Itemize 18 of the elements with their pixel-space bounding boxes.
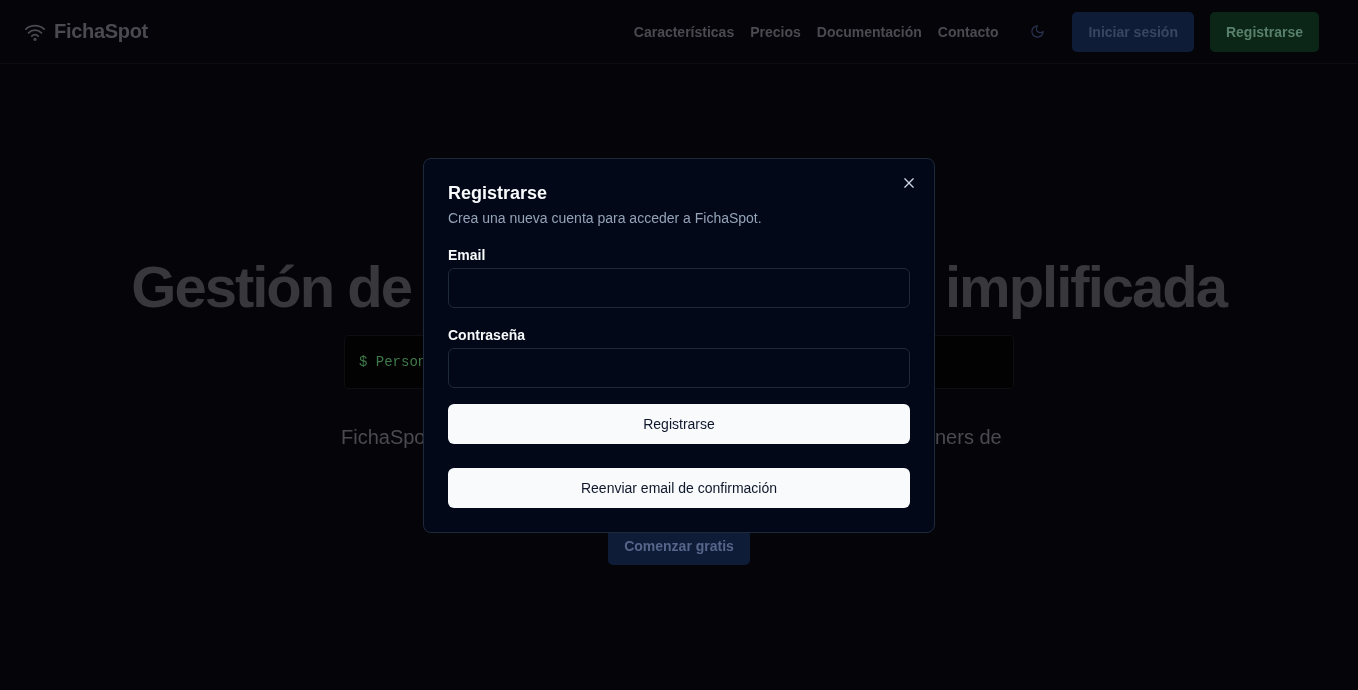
field-label: Contraseña [448,326,527,344]
hero-description: ners de [935,425,1003,450]
nav-link[interactable]: Documentación [816,23,922,40]
hero-description: FichaSpo [340,425,423,450]
nav-link[interactable]: Características [633,23,735,40]
nav-link[interactable]: Contacto [937,23,999,40]
dialog-description: Crea una nueva cuenta para acceder a FichaSpot. [448,209,763,227]
signup-button[interactable]: Registrarse [1209,11,1319,52]
close-icon[interactable] [904,178,914,188]
field-label: Email [448,246,487,264]
email-field[interactable] [448,268,910,308]
dialog-title: Registrarse [448,183,549,203]
moon-icon[interactable] [1030,24,1046,39]
logo-text[interactable]: FichaSpot [54,20,148,43]
resend-button[interactable]: Reenviar email de confirmación [448,468,910,508]
password-field[interactable] [448,348,910,388]
register-button[interactable]: Registrarse [448,404,910,444]
nav-link[interactable]: Precios [750,23,801,40]
